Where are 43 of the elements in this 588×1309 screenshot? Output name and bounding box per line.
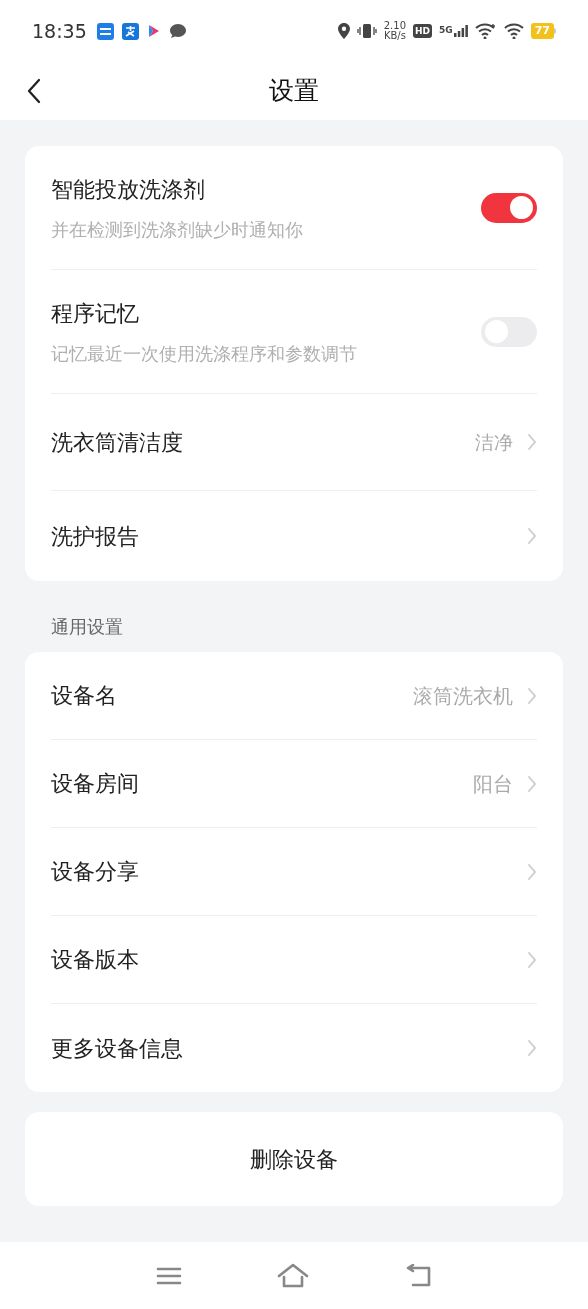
setting-description: 并在检测到洗涤剂缺少时通知你 (51, 217, 304, 242)
network-speed-unit: KB/s (383, 31, 406, 41)
home-icon[interactable] (277, 1262, 309, 1289)
battery-icon: 77 (530, 23, 556, 39)
setting-label[interactable]: 洗衣筒清洁度 (51, 425, 475, 459)
setting-value: 洁净 (475, 429, 513, 455)
status-time: 18:35 (32, 18, 87, 44)
delete-device-button[interactable]: 删除设备 (25, 1112, 563, 1206)
setting-label[interactable]: 洗护报告 (51, 519, 513, 553)
chevron-icon (527, 527, 537, 545)
chat-icon (168, 23, 187, 39)
chevron-icon (527, 950, 537, 969)
setting-description: 记忆最近一次使用洗涤程序和参数调节 (51, 341, 358, 366)
wifi-icon (474, 23, 497, 39)
section-label: 通用设置 (50, 615, 124, 639)
back-icon[interactable] (404, 1263, 432, 1288)
app-icon (96, 22, 114, 40)
setting-label[interactable]: 设备分享 (51, 855, 513, 888)
setting-label[interactable]: 设备房间 (51, 767, 473, 800)
signal-icon (453, 25, 468, 37)
toggle-switch[interactable] (481, 192, 537, 223)
setting-value: 滚筒洗衣机 (413, 682, 513, 710)
setting-label: 智能投放洗涤剂 (51, 175, 206, 204)
network-speed: 2.10 (383, 21, 406, 31)
page-title: 设置 (269, 75, 319, 108)
setting-value: 阳台 (473, 770, 513, 798)
app-icon (146, 23, 161, 39)
vibrate-icon (356, 23, 377, 39)
setting-label: 程序记忆 (51, 299, 140, 328)
menu-icon[interactable] (156, 1265, 182, 1286)
app-icon (121, 22, 139, 40)
chevron-icon (527, 433, 537, 451)
network-type: 5G (439, 25, 453, 35)
chevron-icon (527, 686, 537, 705)
chevron-icon (527, 1039, 537, 1057)
chevron-icon (527, 862, 537, 881)
location-icon (337, 23, 350, 39)
setting-label[interactable]: 设备版本 (51, 943, 513, 976)
setting-label[interactable]: 设备名 (51, 679, 413, 712)
setting-label[interactable]: 更多设备信息 (51, 1031, 513, 1065)
wifi-icon (503, 23, 524, 39)
chevron-icon (527, 774, 537, 793)
hd-badge: HD (413, 24, 433, 38)
